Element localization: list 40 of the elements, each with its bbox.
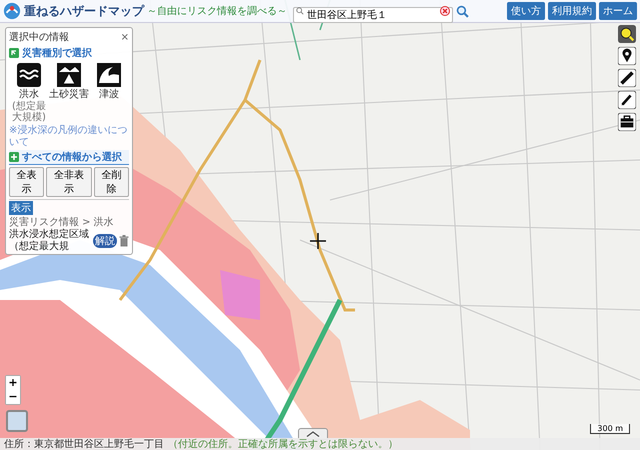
display-badge: 表示 [9, 201, 33, 215]
header-button[interactable]: 使い方 [507, 2, 545, 20]
clear-icon[interactable] [440, 6, 450, 16]
action-button[interactable]: 全削除 [94, 167, 129, 197]
info-button[interactable]: 解説 [93, 234, 117, 248]
scale-label: 300 m [597, 424, 623, 433]
hazard-note: (想定最大規模) [11, 101, 47, 123]
action-button[interactable]: 全表示 [8, 167, 44, 197]
hazard-label[interactable]: 津波 [99, 87, 119, 101]
chevron-up-icon [306, 431, 320, 437]
hazard-area [220, 270, 260, 320]
pencil-icon[interactable] [618, 91, 636, 109]
layer-thumbnail[interactable] [6, 410, 28, 432]
map-pin-icon[interactable] [618, 47, 636, 65]
wave-icon[interactable] [17, 63, 41, 87]
hazard-label[interactable]: 土砂災害 [49, 87, 89, 101]
action-button[interactable]: 全非表示 [46, 167, 92, 197]
plus-icon [9, 152, 19, 162]
header-button[interactable]: 利用規約 [548, 2, 596, 20]
search-icon[interactable] [456, 4, 469, 18]
search-field[interactable]: 世田谷区上野毛１ [293, 7, 453, 23]
crosshair-icon [310, 233, 326, 249]
app-subtitle: ～自由にリスク情報を調べる～ [147, 4, 287, 18]
app-title: 重ねるハザードマップ [24, 2, 144, 20]
layer-name: 洪水浸水想定区域（想定最大規 [9, 229, 90, 252]
ruler-icon[interactable] [618, 69, 636, 87]
close-button[interactable]: × [120, 32, 129, 42]
address-text: 住所：東京都世田谷区上野毛一丁目 [4, 438, 164, 450]
landslide-icon[interactable] [57, 63, 81, 87]
tsunami-wave-icon[interactable] [97, 63, 121, 87]
hazard-label[interactable]: 洪水 [19, 87, 39, 101]
header-button[interactable]: ホーム [599, 2, 637, 20]
section-heading[interactable]: 災害種別で選択 [22, 46, 92, 60]
trash-icon[interactable] [119, 234, 129, 246]
address-note: （付近の住所。正確な所属を示すとは限らない。） [168, 438, 398, 450]
briefcase-icon[interactable] [618, 113, 636, 131]
panel-title: 選択中の情報 [9, 30, 69, 44]
magnifier-icon[interactable] [618, 25, 636, 43]
search-icon [296, 7, 304, 15]
layer-category: 災害リスク情報 > 洪水 [9, 216, 115, 228]
